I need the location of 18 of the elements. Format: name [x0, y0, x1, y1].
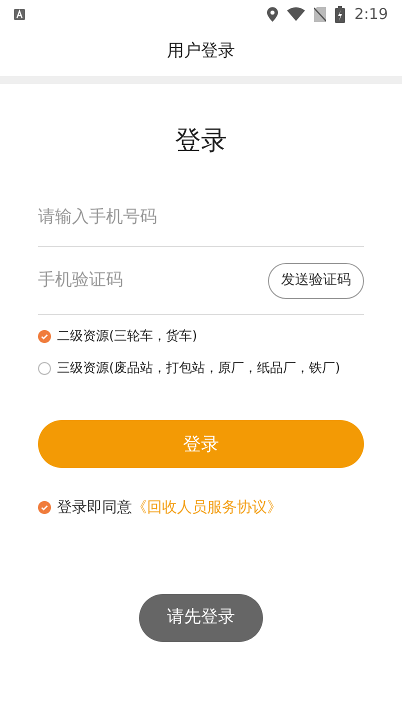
- phone-input-field[interactable]: 请输入手机号码: [38, 187, 364, 247]
- notification-icon: [14, 8, 25, 20]
- send-code-button[interactable]: 发送验证码: [268, 262, 364, 298]
- resource-level-label[interactable]: 三级资源(废品站，打包站，原厂，纸品厂，铁厂): [57, 358, 340, 378]
- resource-level-label[interactable]: 二级资源(三轮车，货车): [57, 327, 198, 346]
- login-heading: 登录: [175, 125, 227, 158]
- location-icon: [267, 6, 278, 22]
- page-title: 用户登录: [167, 40, 235, 64]
- wifi-icon: [287, 7, 306, 21]
- checked-radio-icon[interactable]: [38, 330, 51, 344]
- code-input-field[interactable]: 手机验证码 发送验证码: [38, 247, 364, 315]
- radio-icon[interactable]: [38, 362, 51, 375]
- checked-radio-icon[interactable]: [38, 500, 51, 514]
- battery-charging-icon: [335, 6, 346, 22]
- toast-message: 请先登录: [139, 594, 263, 642]
- no-sim-icon: [314, 6, 326, 22]
- agreement-text: 登录即同意《回收人员服务协议》: [57, 497, 282, 518]
- status-time: 2:19: [354, 4, 388, 25]
